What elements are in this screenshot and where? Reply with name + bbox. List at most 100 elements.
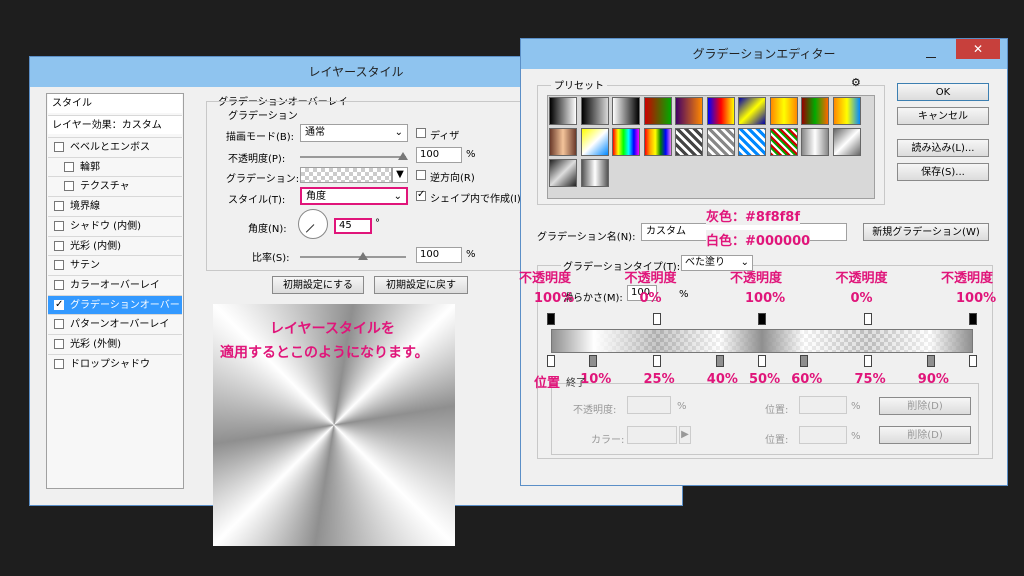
delete-color-stop-button[interactable]: 削除(D) (879, 426, 971, 444)
color-stop[interactable] (758, 355, 766, 367)
style-checkbox[interactable] (54, 220, 64, 231)
preset-swatch[interactable] (549, 97, 577, 125)
save-button[interactable]: 保存(S)... (897, 163, 989, 181)
preset-swatch[interactable] (549, 128, 577, 156)
scale-input[interactable]: 100 (416, 247, 462, 263)
color-stop[interactable] (863, 355, 872, 367)
reverse-checkbox[interactable] (416, 170, 426, 180)
style-list-item[interactable]: ベベルとエンボス (48, 137, 182, 156)
preset-swatch[interactable] (706, 128, 735, 156)
opacity-slider[interactable] (300, 156, 406, 158)
style-checkbox[interactable] (54, 142, 64, 152)
style-checkbox[interactable] (64, 181, 74, 192)
preset-swatch[interactable] (675, 97, 703, 125)
preset-swatch[interactable] (580, 128, 609, 156)
gradient-label: グラデーション: (226, 174, 300, 185)
style-list-item[interactable]: 輪郭 (48, 156, 182, 176)
angle-dial[interactable] (298, 209, 328, 239)
color-stop[interactable] (800, 355, 809, 367)
position-value-annotation: 40% (706, 372, 738, 387)
preset-swatch[interactable] (580, 97, 609, 125)
style-list-item[interactable]: カラーオーバーレイ (48, 274, 182, 294)
style-list-item[interactable]: ドロップシャドウ (48, 353, 182, 373)
preset-swatch[interactable] (738, 97, 766, 125)
style-checkbox[interactable] (54, 319, 64, 330)
gear-icon[interactable]: ⚙ (851, 76, 861, 89)
load-button[interactable]: 読み込み(L)... (897, 139, 989, 157)
delete-opacity-stop-button[interactable]: 削除(D) (879, 397, 971, 415)
style-checkbox[interactable] (54, 358, 64, 369)
stop-color-location-input[interactable] (799, 426, 847, 444)
style-checkbox[interactable] (54, 339, 64, 349)
color-stop[interactable] (589, 355, 598, 367)
stop-opacity-input[interactable] (627, 396, 671, 414)
layer-effect-item[interactable]: レイヤー効果：カスタム (48, 115, 182, 134)
color-stop[interactable] (926, 355, 935, 367)
gradient-editor-title: グラデーションエディター (692, 47, 836, 61)
color-stop[interactable] (969, 355, 977, 367)
style-checkbox[interactable] (54, 240, 64, 251)
stop-color-arrow[interactable]: ▶ (679, 426, 691, 444)
preset-swatch[interactable] (738, 128, 766, 156)
preset-swatch[interactable] (580, 159, 609, 187)
style-checkbox[interactable] (64, 161, 74, 172)
angle-input[interactable]: 45 (334, 218, 372, 234)
style-list-item[interactable]: パターンオーバーレイ (48, 314, 182, 334)
opacity-slider-thumb[interactable] (398, 152, 408, 160)
preset-swatch[interactable] (832, 97, 861, 125)
restore-default-button[interactable]: 初期設定に戻す (374, 276, 468, 294)
style-select[interactable]: 角度 ⌄ (300, 187, 408, 205)
preset-swatch[interactable] (643, 97, 672, 125)
style-list-item[interactable]: 光彩 (内側) (48, 235, 182, 255)
gradient-bar[interactable] (551, 329, 973, 353)
preset-swatch[interactable] (769, 97, 798, 125)
stop-color-swatch[interactable] (627, 426, 677, 444)
align-checkbox[interactable]: ✓ (416, 189, 426, 201)
dither-checkbox[interactable] (416, 128, 426, 138)
gradient-dropdown-button[interactable]: ▼ (392, 167, 408, 183)
opacity-word-annotation: 不透明度 (519, 271, 572, 286)
close-button[interactable]: ✕ (956, 39, 1000, 59)
minimize-icon[interactable] (926, 49, 936, 58)
style-checkbox[interactable]: ✓ (54, 299, 64, 310)
color-stop[interactable] (547, 355, 555, 367)
ok-button[interactable]: OK (897, 83, 989, 101)
preset-swatch[interactable] (675, 128, 703, 156)
style-checkbox[interactable] (54, 201, 64, 212)
style-list-item[interactable]: テクスチャ (48, 176, 182, 196)
color-stop[interactable] (652, 355, 661, 367)
preset-swatch[interactable] (769, 128, 798, 156)
gradient-swatch[interactable] (300, 167, 392, 183)
color-stop[interactable] (715, 355, 724, 367)
blend-mode-select[interactable]: 通常 ⌄ (300, 124, 408, 142)
style-value: 角度 (306, 191, 326, 202)
preset-swatch[interactable] (801, 128, 829, 156)
style-list-item[interactable]: サテン (48, 255, 182, 275)
style-list-header[interactable]: スタイル (48, 94, 182, 113)
preset-swatch[interactable] (832, 128, 861, 156)
new-gradient-button[interactable]: 新規グラデーション(W) (863, 223, 989, 241)
style-checkbox[interactable] (54, 260, 64, 271)
opacity-stop[interactable] (863, 313, 872, 325)
preset-swatch[interactable] (643, 128, 672, 156)
style-checkbox[interactable] (54, 279, 64, 290)
opacity-stop[interactable] (969, 313, 977, 325)
scale-slider-thumb[interactable] (358, 252, 368, 260)
reset-default-button[interactable]: 初期設定にする (272, 276, 364, 294)
opacity-stop[interactable] (547, 313, 555, 325)
style-list-item[interactable]: 境界線 (48, 196, 182, 216)
scale-slider[interactable] (300, 256, 406, 258)
preset-swatch[interactable] (612, 128, 640, 156)
cancel-button[interactable]: キャンセル (897, 107, 989, 125)
style-list-item[interactable]: 光彩 (外側) (48, 334, 182, 353)
preset-swatch[interactable] (612, 97, 640, 125)
style-list-item[interactable]: シャドウ (内側) (48, 215, 182, 235)
opacity-stop[interactable] (652, 313, 661, 325)
stop-opacity-location-input[interactable] (799, 396, 847, 414)
opacity-input[interactable]: 100 (416, 147, 462, 163)
preset-swatch[interactable] (801, 97, 829, 125)
preset-swatch[interactable] (706, 97, 735, 125)
preset-swatch[interactable] (549, 159, 577, 187)
opacity-stop[interactable] (758, 313, 766, 325)
style-list-item[interactable]: ✓グラデーションオーバーレイ (48, 294, 182, 330)
